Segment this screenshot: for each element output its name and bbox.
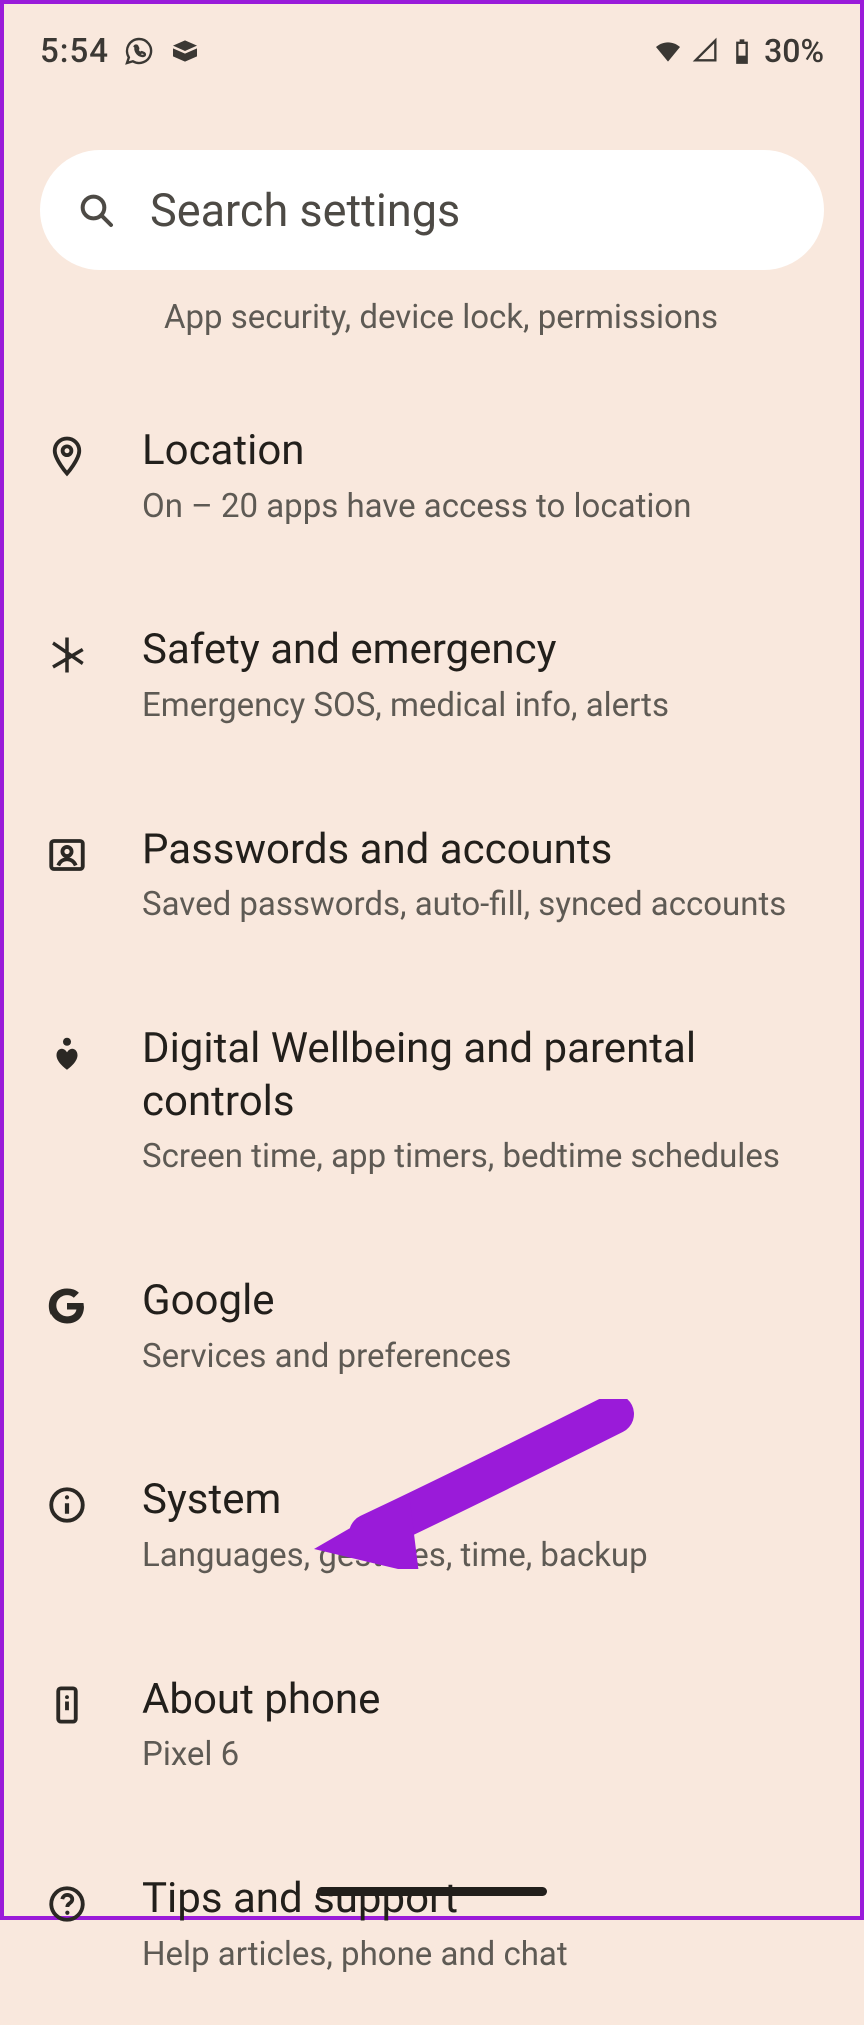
settings-row-safety[interactable]: Safety and emergency Emergency SOS, medi… <box>4 576 860 775</box>
cellular-icon <box>692 37 720 65</box>
help-icon <box>40 1883 94 1925</box>
row-title: Google <box>142 1275 824 1328</box>
row-title: Location <box>142 425 824 478</box>
row-subtitle: Languages, gestures, time, backup <box>142 1535 824 1578</box>
battery-text: 30% <box>764 32 824 70</box>
row-title: About phone <box>142 1674 824 1727</box>
row-title: Safety and emergency <box>142 624 824 677</box>
settings-row-about[interactable]: About phone Pixel 6 <box>4 1626 860 1825</box>
account-box-icon <box>40 834 94 876</box>
row-subtitle: Saved passwords, auto-fill, synced accou… <box>142 884 824 927</box>
row-title: Passwords and accounts <box>142 824 824 877</box>
row-subtitle: Help articles, phone and chat <box>142 1934 824 1977</box>
package-icon <box>169 35 201 67</box>
row-subtitle: On – 20 apps have access to location <box>142 486 824 529</box>
status-left: 5:54 <box>40 32 201 71</box>
row-title: Digital Wellbeing and parental controls <box>142 1023 824 1128</box>
wifi-icon <box>652 35 684 67</box>
row-subtitle: Pixel 6 <box>142 1734 824 1777</box>
battery-icon <box>728 37 756 65</box>
row-subtitle: Services and preferences <box>142 1336 824 1379</box>
location-icon <box>40 435 94 477</box>
clock: 5:54 <box>40 32 109 71</box>
status-right: 30% <box>652 32 824 70</box>
settings-list[interactable]: Location On – 20 apps have access to loc… <box>4 377 860 2025</box>
gesture-nav-handle[interactable] <box>317 1887 547 1896</box>
google-icon <box>40 1285 94 1327</box>
whatsapp-icon <box>123 35 155 67</box>
settings-row-google[interactable]: Google Services and preferences <box>4 1227 860 1426</box>
settings-row-location[interactable]: Location On – 20 apps have access to loc… <box>4 377 860 576</box>
asterisk-icon <box>40 634 94 676</box>
search-placeholder: Search settings <box>150 184 460 237</box>
phone-info-icon <box>40 1684 94 1726</box>
settings-row-tips[interactable]: Tips and support Help articles, phone an… <box>4 1825 860 2024</box>
row-subtitle: Screen time, app timers, bedtime schedul… <box>142 1136 824 1179</box>
search-icon <box>76 190 116 230</box>
settings-row-passwords[interactable]: Passwords and accounts Saved passwords, … <box>4 776 860 975</box>
row-title: System <box>142 1474 824 1527</box>
row-subtitle: Emergency SOS, medical info, alerts <box>142 685 824 728</box>
settings-row-system[interactable]: System Languages, gestures, time, backup <box>4 1426 860 1625</box>
search-bar[interactable]: Search settings <box>40 150 824 270</box>
settings-row-wellbeing[interactable]: Digital Wellbeing and parental controls … <box>4 975 860 1227</box>
status-bar: 5:54 30% <box>4 4 860 80</box>
security-subtitle-fragment: App security, device lock, permissions <box>164 298 860 337</box>
wellbeing-icon <box>40 1033 94 1075</box>
row-title: Tips and support <box>142 1873 824 1926</box>
info-icon <box>40 1484 94 1526</box>
